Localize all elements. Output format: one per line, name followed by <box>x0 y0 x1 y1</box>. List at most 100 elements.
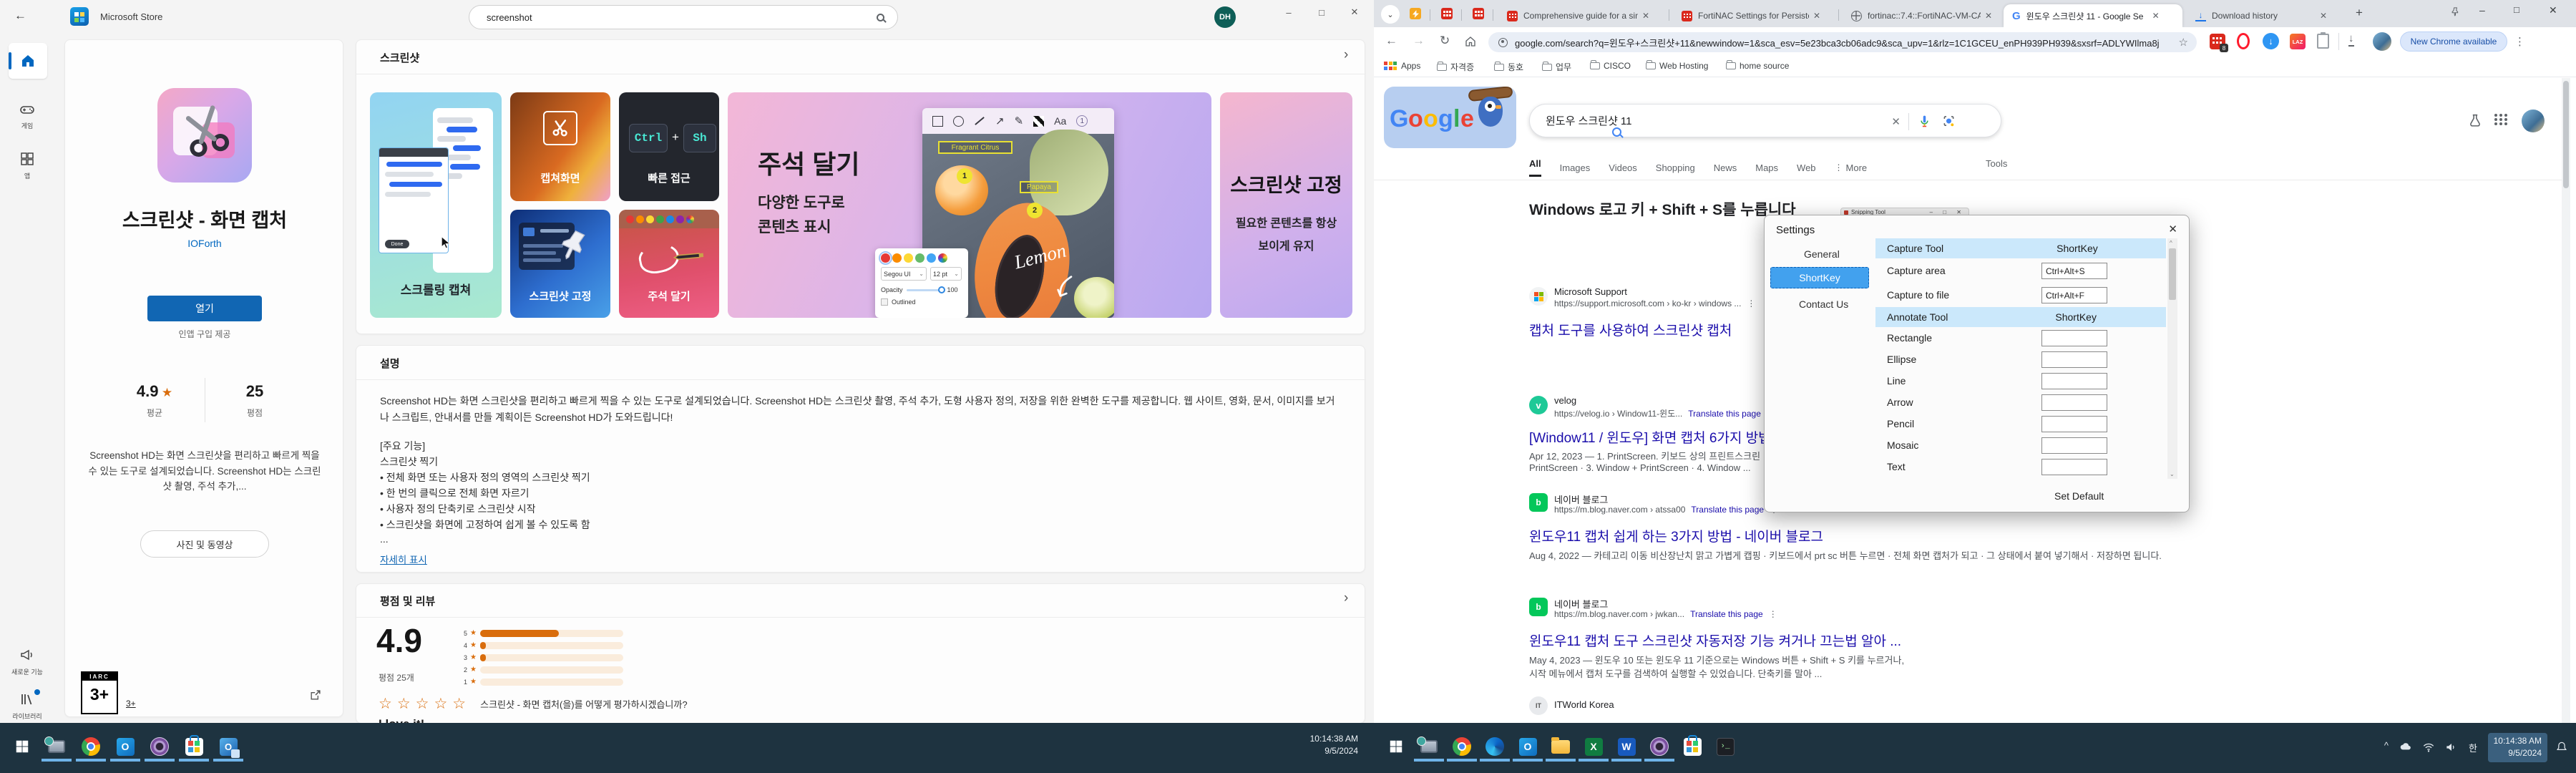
tab-all[interactable]: All <box>1529 158 1541 177</box>
tab-search-button[interactable]: ⌄ <box>1381 5 1400 24</box>
shortkey-input-line[interactable] <box>2041 373 2107 389</box>
tab-images[interactable]: Images <box>1560 162 1591 173</box>
kebab-icon[interactable]: ⋮ <box>1747 298 1755 308</box>
bookmark-folder-2[interactable]: 동호 <box>1494 61 1523 73</box>
bookmark-folder-1[interactable]: 자격증 <box>1437 61 1474 73</box>
shortkey-input-capture-area[interactable]: Ctrl+Alt+S <box>2041 263 2107 279</box>
result-title-link[interactable]: 캡처 도구를 사용하여 스크린샷 캡처 <box>1529 320 1732 339</box>
tab-fortinet-guide[interactable]: Comprehensive guide for a sim ✕ <box>1500 4 1666 27</box>
reload-icon[interactable]: ↻ <box>1440 34 1450 48</box>
pinned-tab-fortinet-1[interactable] <box>1441 8 1453 19</box>
google-doodle[interactable]: G o o g l e <box>1384 87 1516 148</box>
bookmark-folder-5[interactable]: Web Hosting <box>1646 61 1708 71</box>
tab-shopping[interactable]: Shopping <box>1656 162 1695 173</box>
outlined-checkbox[interactable] <box>881 298 888 306</box>
taskbar-outlook-calendar[interactable]: O <box>213 731 243 762</box>
chevron-right-icon[interactable]: › <box>1344 47 1348 63</box>
bookmark-folder-6[interactable]: home source <box>1726 61 1789 71</box>
notification-bell-icon[interactable] <box>2555 740 2569 754</box>
tab-fortinac-vm[interactable]: fortinac::7.4::FortiNAC-VM-CA ✕ <box>1844 4 2000 27</box>
pinned-tab-fortinet-2[interactable] <box>1473 8 1484 19</box>
kebab-icon[interactable]: ⋮ <box>1769 609 1777 619</box>
result-site[interactable]: velog <box>1554 395 1576 406</box>
nav-library[interactable]: 라이브러리 <box>0 691 54 721</box>
bookmark-apps[interactable]: Apps <box>1384 61 1420 71</box>
tab-web[interactable]: Web <box>1797 162 1816 173</box>
color-orange[interactable] <box>892 253 902 263</box>
settings-close-icon[interactable]: ✕ <box>2168 223 2177 235</box>
color-wheel[interactable] <box>938 253 947 263</box>
minimize-button[interactable]: – <box>2479 4 2485 16</box>
tab-close-icon[interactable]: ✕ <box>2152 11 2160 21</box>
tab-maps[interactable]: Maps <box>1755 162 1778 173</box>
screenshot-tile-annotate-small[interactable]: 주석 달기 <box>619 210 719 318</box>
speaker-icon[interactable] <box>2444 740 2459 754</box>
opacity-slider[interactable] <box>907 289 944 291</box>
shortkey-input-capture-file[interactable]: Ctrl+Alt+F <box>2041 287 2107 303</box>
taskbar-excel[interactable]: X <box>1579 731 1609 762</box>
result-site[interactable]: ITWorld Korea <box>1554 699 1614 710</box>
tab-close-icon[interactable]: ✕ <box>1985 11 1992 21</box>
back-icon[interactable]: ← <box>1385 34 1397 48</box>
tab-videos[interactable]: Videos <box>1609 162 1637 173</box>
tab-google-search-active[interactable]: G 윈도우 스크린샷 11 - Google Se ✕ <box>2004 4 2182 27</box>
font-select[interactable]: Segou UI⌄ <box>881 267 927 281</box>
chevron-right-icon[interactable]: › <box>1344 590 1348 606</box>
result-title-link[interactable]: [Window11 / 윈도우] 화면 캡처 6가지 방법 <box>1529 427 1771 447</box>
minimize-button[interactable]: – <box>1272 0 1305 24</box>
taskbar-word[interactable]: W <box>1611 731 1641 762</box>
rate-app-row[interactable]: ☆☆☆☆☆ 스크린샷 - 화면 캡처(을)를 어떻게 평가하시겠습니까? <box>379 695 688 713</box>
screenshot-tile-pin[interactable]: 스크린샷 고정 <box>510 210 610 318</box>
taskbar-file-explorer[interactable] <box>1546 731 1576 762</box>
screenshot-tile-pin-big[interactable]: 스크린샷 고정 필요한 콘텐츠를 항상 보이게 유지 <box>1220 92 1352 318</box>
extension-downloader-icon[interactable]: ↓ <box>2263 33 2279 49</box>
back-icon[interactable]: ← <box>14 9 26 23</box>
maximize-button[interactable]: □ <box>1305 0 1338 24</box>
page-scrollbar[interactable] <box>2562 78 2570 723</box>
dialog-scrollbar[interactable]: ^ ⌄ <box>2167 238 2177 479</box>
show-more-link[interactable]: 자세히 표시 <box>380 552 427 566</box>
taskbar-remote-desktop[interactable] <box>42 731 72 762</box>
google-search-box[interactable]: 윈도우 스크린샷 11 ✕ <box>1529 104 2001 137</box>
settings-nav-general[interactable]: General <box>1804 248 1840 260</box>
share-icon[interactable] <box>308 688 323 702</box>
taskbar-remote-desktop[interactable] <box>1414 731 1444 762</box>
forward-icon[interactable]: → <box>1413 34 1425 48</box>
shortkey-input-text[interactable] <box>2041 459 2107 475</box>
age-rating-link[interactable]: 3+ <box>126 699 136 709</box>
screenshot-tile-scrolling[interactable]: Done 스크롤링 캡쳐 <box>370 92 502 318</box>
nav-games[interactable]: 게임 <box>0 100 54 130</box>
extension-opera-icon[interactable] <box>2237 33 2250 49</box>
shortkey-input-arrow[interactable] <box>2041 394 2107 411</box>
tab-more[interactable]: ⋮More <box>1835 162 1868 173</box>
screenshot-tile-quick-access[interactable]: Ctrl + Sh 빠른 접근 <box>619 92 719 201</box>
address-bar[interactable]: google.com/search?q=윈도우+스크린샷+11&newwindo… <box>1488 32 2197 52</box>
nav-apps[interactable]: 앱 <box>0 150 54 180</box>
taskbar-store[interactable] <box>1677 731 1707 762</box>
translate-link[interactable]: Translate this page <box>1690 609 1763 619</box>
taskbar-chrome[interactable] <box>1447 731 1477 762</box>
tools-button[interactable]: Tools <box>1986 158 2007 169</box>
maximize-button[interactable]: □ <box>2514 4 2519 15</box>
start-button[interactable] <box>1381 731 1411 762</box>
shortkey-input-ellipse[interactable] <box>2041 351 2107 368</box>
taskbar-store[interactable] <box>179 731 209 762</box>
taskbar-screenshot-app[interactable] <box>1644 731 1674 762</box>
tab-download-history[interactable]: ↓ Download history ✕ <box>2188 4 2342 27</box>
media-button[interactable]: 사진 및 동영상 <box>140 530 269 558</box>
translate-link[interactable]: Translate this page <box>1691 505 1764 515</box>
scroll-up-icon[interactable]: ^ <box>2170 240 2172 246</box>
color-blue[interactable] <box>927 253 936 263</box>
search-labs-icon[interactable] <box>2467 112 2483 128</box>
extension-fortinet-icon[interactable]: 8 <box>2210 34 2225 49</box>
downloads-icon[interactable]: ↓ <box>2348 33 2354 47</box>
start-button[interactable] <box>7 731 37 762</box>
bookmark-folder-4[interactable]: CISCO <box>1590 61 1631 71</box>
tab-fortinac-settings[interactable]: FortiNAC Settings for Persistent ✕ <box>1674 4 1835 27</box>
scroll-down-icon[interactable]: ⌄ <box>2170 471 2175 477</box>
extension-lazada-icon[interactable]: LAZ <box>2290 34 2306 49</box>
site-info-icon[interactable] <box>1498 38 1508 47</box>
shortkey-input-pencil[interactable] <box>2041 416 2107 432</box>
color-yellow[interactable] <box>904 253 913 263</box>
store-search-input[interactable]: screenshot <box>469 5 898 29</box>
